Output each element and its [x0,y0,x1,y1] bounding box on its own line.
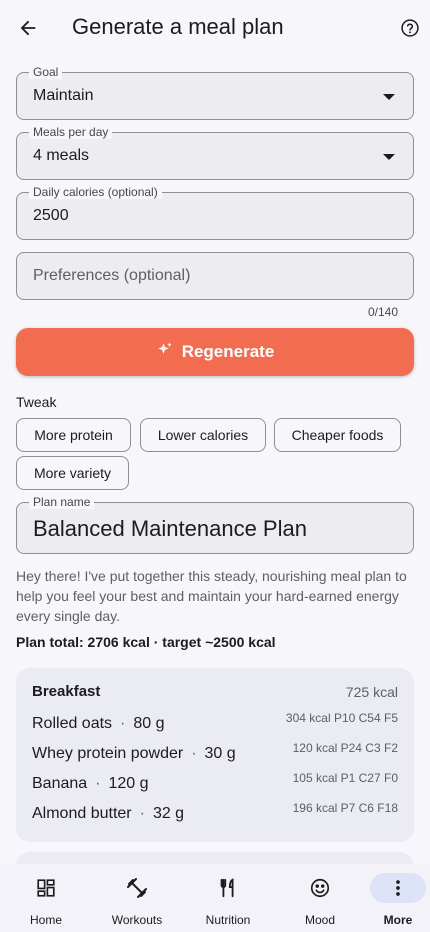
food-macros: 120 kcal P24 C3 F2 [292,741,398,755]
food-macros: 105 kcal P1 C27 F0 [292,771,398,785]
food-name: Rolled oats [32,715,113,732]
list-item: Almond butter · 32 g 196 kcal P7 C6 F18 [32,801,398,822]
nav-item-more[interactable]: More [355,864,430,932]
goal-select[interactable]: Goal Maintain [16,65,414,120]
app-bar: Generate a meal plan [0,0,430,56]
meals-per-day-select[interactable]: Meals per day 4 meals [16,125,414,180]
daily-calories-value: 2500 [33,207,69,224]
food-macros: 304 kcal P10 C54 F5 [285,711,398,725]
back-arrow-icon[interactable] [12,12,44,44]
nav-label: Nutrition [205,913,251,927]
nav-item-workouts[interactable]: Workouts [94,864,180,932]
meal-card-breakfast[interactable]: Breakfast 725 kcal Rolled oats · 80 g 304 … [16,668,414,842]
sparkle-icon [156,341,174,364]
preferences-input[interactable]: Preferences (optional) [16,252,414,300]
plan-total: Plan total: 2706 kcal · target ~2500 kca… [16,634,276,650]
nav-item-home[interactable]: Home [3,864,89,932]
tweak-label: Tweak [16,394,57,410]
food-name: Almond butter [32,805,132,822]
fitness-icon [121,872,153,904]
meals-per-day-label: Meals per day [29,125,113,139]
nav-label: Mood [304,913,336,927]
restaurant-icon [212,872,244,904]
nav-item-nutrition[interactable]: Nutrition [185,864,271,932]
chip-more-protein[interactable]: More protein [16,418,131,452]
dropdown-arrow-icon [383,94,395,100]
chip-more-variety[interactable]: More variety [16,456,129,490]
plan-name-value: Balanced Maintenance Plan [33,516,307,541]
page-title: Generate a meal plan [72,14,284,39]
food-macros: 196 kcal P7 C6 F18 [292,801,398,815]
preferences-placeholder: Preferences (optional) [33,267,191,284]
meal-title: Breakfast [32,683,101,700]
goal-label: Goal [29,65,63,79]
nav-item-mood[interactable]: Mood [277,864,363,932]
food-quantity: 32 g [152,805,185,822]
daily-calories-label: Daily calories (optional) [29,185,162,199]
plan-name-input[interactable]: Plan name Balanced Maintenance Plan [16,495,414,554]
chip-lower-calories[interactable]: Lower calories [140,418,266,452]
chip-cheaper-foods[interactable]: Cheaper foods [274,418,401,452]
plan-name-label: Plan name [29,495,95,509]
list-item: Whey protein powder · 30 g 120 kcal P24 C3… [32,741,398,762]
plan-description: Hey there! I've put together this steady… [16,568,407,624]
dashboard-icon [30,872,62,904]
food-quantity: 120 g [108,775,149,792]
dropdown-arrow-icon [383,154,395,160]
goal-value: Maintain [33,87,94,104]
nav-label: Home [29,913,62,927]
daily-calories-input[interactable]: Daily calories (optional) 2500 [16,185,414,240]
food-quantity: 30 g [204,745,236,762]
nav-label: More [383,913,413,927]
list-item: Banana · 120 g 105 kcal P1 C27 F0 [32,771,398,792]
food-quantity: 80 g [133,715,165,732]
bottom-navigation: Home Workouts Nutrition Mood More [0,864,430,932]
nav-label: Workouts [111,913,163,927]
regenerate-label: Regenerate [181,342,275,361]
food-name: Whey protein powder [32,745,184,762]
character-counter: 0/140 [367,305,398,319]
smiley-icon [304,872,336,904]
regenerate-button[interactable]: Regenerate [16,328,414,376]
meal-kcal: 725 kcal [345,684,398,700]
help-icon[interactable] [394,12,426,44]
food-name: Banana [32,775,88,792]
meals-per-day-value: 4 meals [33,147,90,164]
list-item: Rolled oats · 80 g 304 kcal P10 C54 F5 [32,711,398,732]
more-vert-icon [382,872,414,904]
